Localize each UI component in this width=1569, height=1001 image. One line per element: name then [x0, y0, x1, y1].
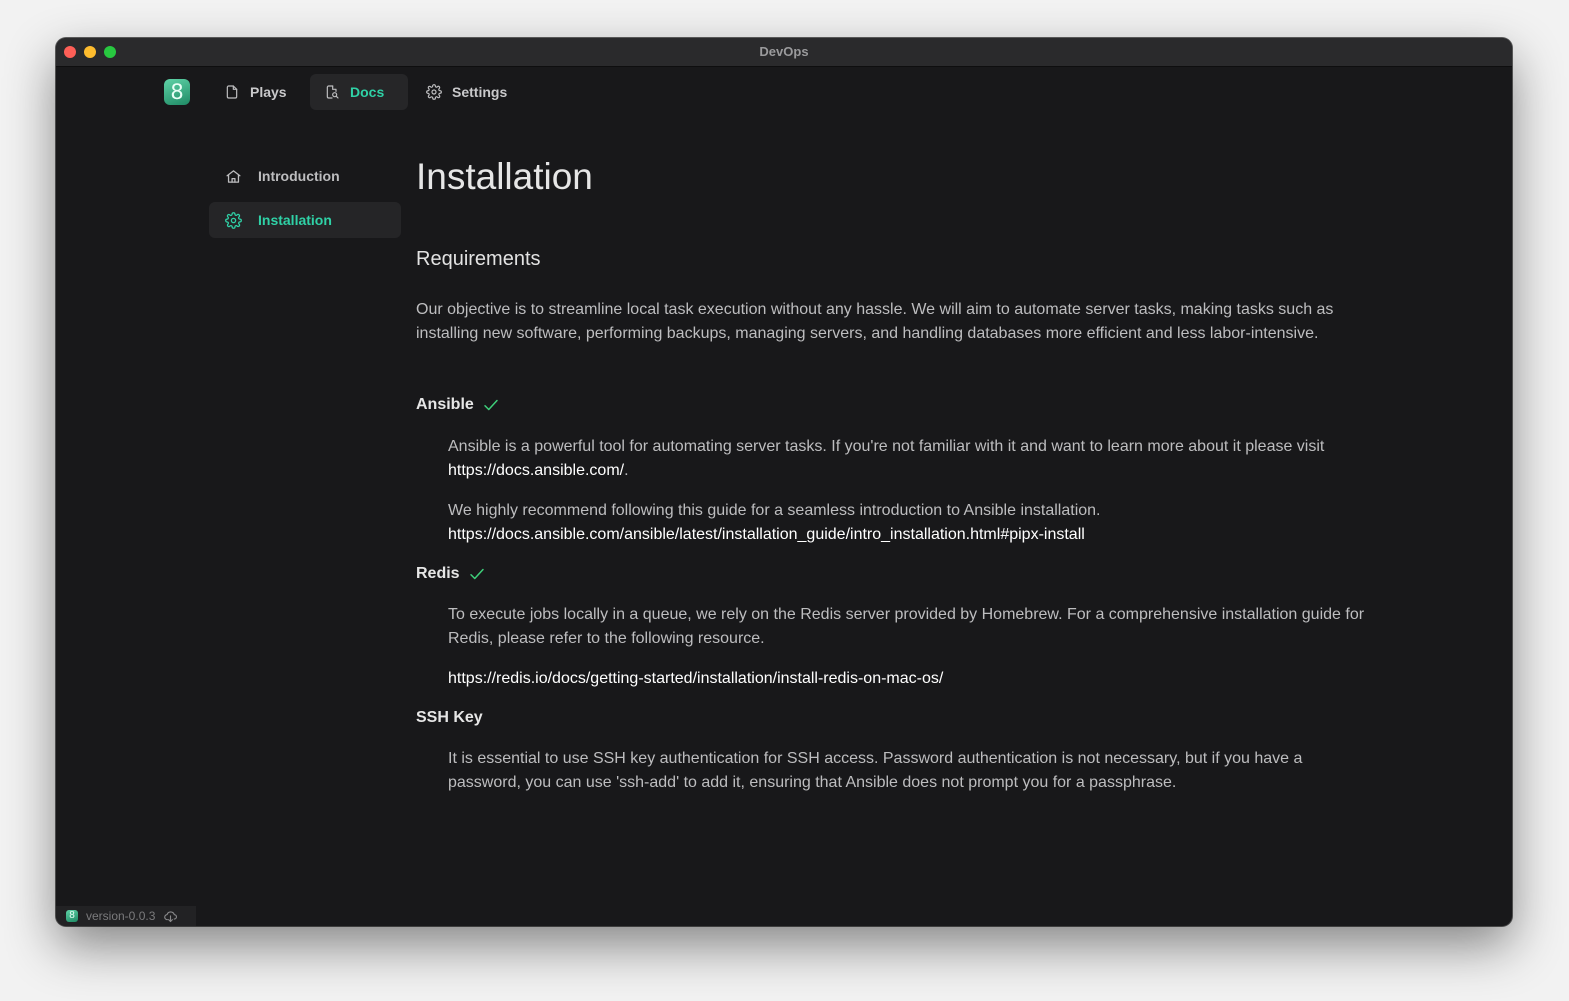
ansible-paragraph-1: Ansible is a powerful tool for automatin… — [448, 435, 1368, 483]
sidebar-item-installation[interactable]: Installation — [209, 202, 401, 238]
file-search-icon — [326, 85, 339, 99]
app-window: DevOps 8 Plays Docs Settings Introductio… — [56, 38, 1512, 926]
ansible-paragraph-1-text: Ansible is a powerful tool for automatin… — [448, 438, 1325, 455]
check-icon — [469, 568, 484, 580]
tab-plays[interactable]: Plays — [210, 74, 310, 110]
tab-plays-label: Plays — [250, 84, 287, 100]
tab-docs-label: Docs — [350, 84, 385, 100]
file-icon — [226, 85, 238, 99]
status-bar: 8 version-0.0.3 — [56, 906, 196, 926]
window-title: DevOps — [759, 44, 809, 59]
sidebar-item-label: Introduction — [258, 168, 340, 184]
ansible-heading-label: Ansible — [416, 396, 474, 413]
ssh-key-heading-label: SSH Key — [416, 709, 483, 726]
requirements-heading: Requirements — [416, 248, 541, 270]
tab-settings-label: Settings — [452, 84, 508, 100]
redis-paragraph: To execute jobs locally in a queue, we r… — [448, 606, 1365, 647]
ansible-heading: Ansible — [416, 396, 500, 414]
ansible-paragraph-1-end: . — [624, 462, 629, 479]
tab-docs[interactable]: Docs — [310, 74, 408, 110]
tab-settings[interactable]: Settings — [412, 74, 532, 110]
home-icon — [226, 169, 241, 183]
title-bar: DevOps — [56, 38, 1512, 67]
gear-icon — [225, 211, 242, 229]
page-title: Installation — [416, 156, 593, 197]
ansible-paragraph-2: We highly recommend following this guide… — [448, 499, 1368, 547]
intro-paragraph: Our objective is to streamline local tas… — [416, 301, 1334, 342]
gear-icon — [426, 84, 442, 100]
app-logo[interactable]: 8 — [164, 79, 190, 105]
ansible-paragraph-2-text: We highly recommend following this guide… — [448, 502, 1101, 519]
ssh-key-paragraph: It is essential to use SSH key authentic… — [448, 750, 1303, 791]
redis-heading: Redis — [416, 565, 486, 583]
redis-heading-label: Redis — [416, 565, 460, 582]
version-label: version-0.0.3 — [86, 909, 156, 923]
ansible-install-guide-link[interactable]: https://docs.ansible.com/ansible/latest/… — [448, 523, 1368, 547]
cloud-download-icon[interactable] — [163, 909, 178, 924]
redis-install-link[interactable]: https://redis.io/docs/getting-started/in… — [448, 667, 1368, 691]
ssh-key-heading: SSH Key — [416, 709, 483, 727]
ansible-docs-link[interactable]: https://docs.ansible.com/ — [448, 462, 624, 479]
sidebar-item-introduction[interactable]: Introduction — [209, 158, 401, 194]
sidebar-item-label: Installation — [258, 212, 332, 228]
app-logo-small: 8 — [66, 910, 78, 922]
check-icon — [484, 399, 498, 411]
